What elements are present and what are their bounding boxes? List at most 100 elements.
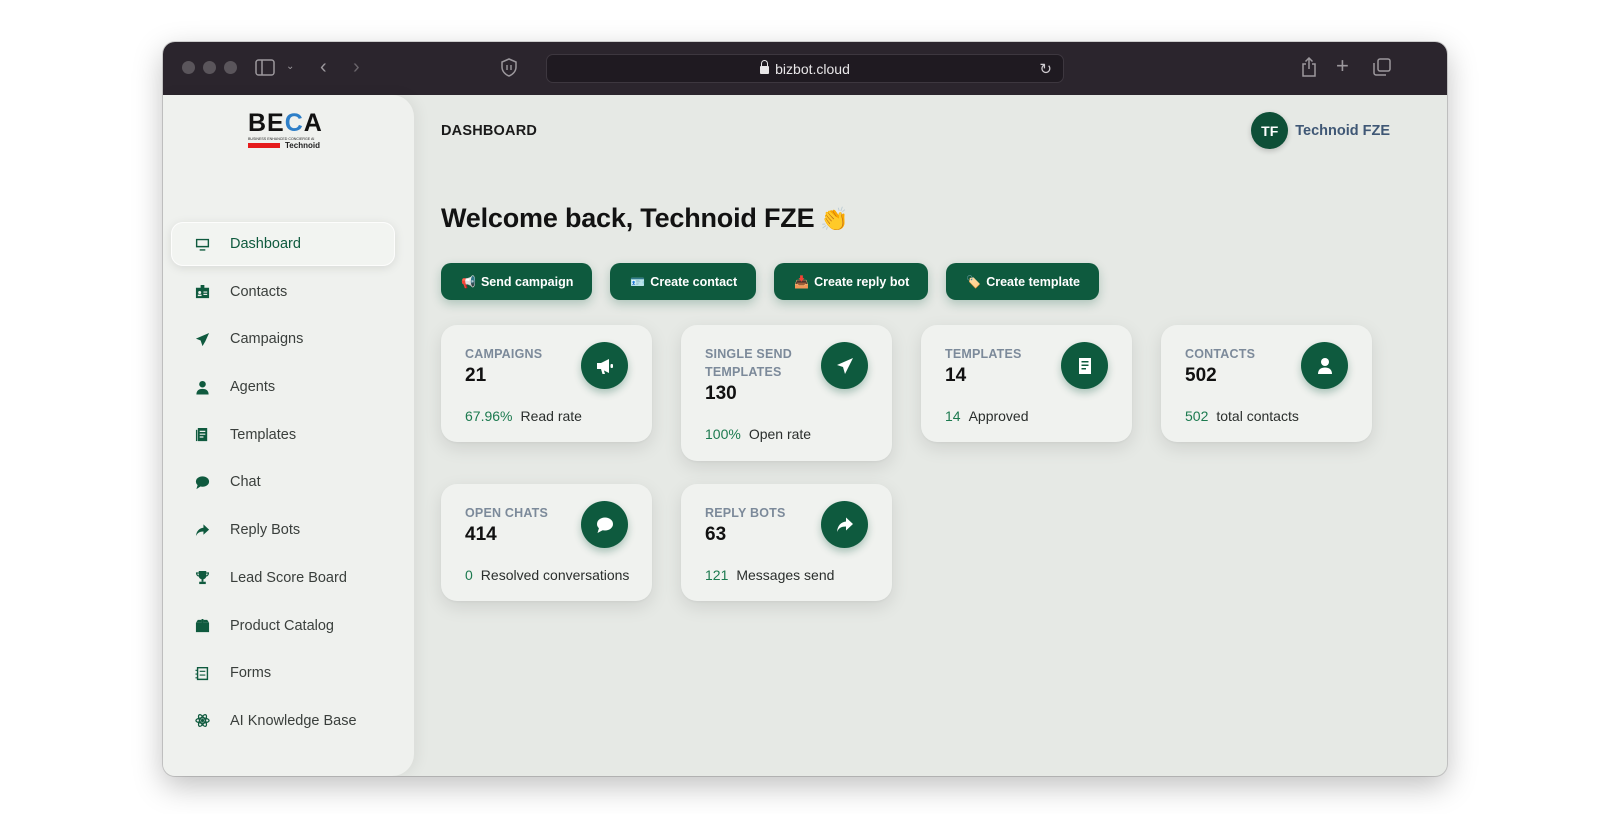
card-metric-label: Messages send: [736, 567, 835, 583]
card-title: SINGLE SEND TEMPLATES: [705, 347, 792, 379]
shield-icon[interactable]: [501, 58, 517, 81]
card-value: 21: [465, 365, 487, 386]
card-title: TEMPLATES: [945, 347, 1022, 361]
megaphone-icon: [581, 342, 628, 389]
card-metric-value: 67.96%: [465, 408, 513, 424]
logo-text: BECA: [248, 109, 323, 137]
logo-subtext: Technoid: [285, 141, 320, 150]
sidebar-item-label: Agents: [230, 379, 276, 396]
card-title: OPEN CHATS: [465, 506, 549, 520]
box-icon: [194, 618, 210, 634]
card-value: 14: [945, 365, 967, 386]
sidebar-item-templates[interactable]: Templates: [171, 413, 395, 457]
sidebar-item-forms[interactable]: Forms: [171, 651, 395, 695]
address-bar[interactable]: bizbot.cloud ↻: [546, 54, 1064, 83]
reload-icon[interactable]: ↻: [1039, 60, 1052, 78]
browser-toolbar: ⌄ ‹ › bizbot.cloud ↻ +: [163, 42, 1447, 95]
beca-logo[interactable]: BECA BUSINESS ENHANCED CONCIERGE AI Tech…: [248, 111, 328, 151]
card-metric-label: total contacts: [1216, 408, 1299, 424]
new-tab-icon[interactable]: +: [1336, 55, 1349, 77]
back-arrow-icon[interactable]: ‹: [320, 57, 327, 77]
user-icon: [1301, 342, 1348, 389]
share-icon[interactable]: [1301, 56, 1317, 81]
card-value: 63: [705, 524, 727, 545]
chat-bubble-icon: [194, 474, 210, 490]
document-icon: [1061, 342, 1108, 389]
inbox-tray-icon: 📥: [794, 274, 810, 289]
sidebar-item-label: Chat: [230, 474, 261, 491]
chevron-down-icon[interactable]: ⌄: [286, 62, 294, 72]
main-content: DASHBOARD TF Technoid FZE Welcome back, …: [414, 95, 1447, 776]
chat-bubble-icon: [581, 501, 628, 548]
user-profile[interactable]: TF Technoid FZE: [1251, 112, 1390, 149]
card-metric-value: 0: [465, 567, 473, 583]
id-card-icon: 🪪: [630, 274, 646, 289]
window-controls[interactable]: [182, 61, 237, 74]
megaphone-icon: 📢: [461, 274, 476, 289]
quick-actions: 📢 Send campaign 🪪 Create contact 📥 Creat…: [441, 263, 1117, 300]
logo-red-bar: [248, 143, 280, 148]
create-template-button[interactable]: 🏷️ Create template: [946, 263, 1100, 300]
sidebar-item-label: Reply Bots: [230, 522, 301, 539]
create-contact-button[interactable]: 🪪 Create contact: [610, 263, 757, 300]
user-icon: [194, 379, 210, 395]
card-metric-value: 100%: [705, 426, 741, 442]
card-metric: 67.96% Read rate: [465, 408, 582, 424]
stat-card-campaigns[interactable]: CAMPAIGNS 21 67.96% Read rate: [441, 325, 652, 442]
contact-card-icon: [194, 284, 210, 300]
sidebar-item-agents[interactable]: Agents: [171, 365, 395, 409]
stat-card-open-chats[interactable]: OPEN CHATS 414 0 Resolved conversations: [441, 484, 652, 601]
sidebar-nav: Dashboard Contacts Campaigns Agents Temp…: [171, 222, 395, 747]
user-name[interactable]: Technoid FZE: [1295, 123, 1390, 139]
card-metric: 14 Approved: [945, 408, 1029, 424]
clapping-hands-icon: 👏: [820, 206, 849, 232]
paper-plane-icon: [821, 342, 868, 389]
sidebar-toggle-icon[interactable]: [255, 59, 275, 80]
welcome-heading: Welcome back, Technoid FZE 👏: [441, 203, 849, 234]
card-metric-label: Resolved conversations: [480, 567, 630, 583]
button-label: Create template: [986, 274, 1081, 289]
welcome-text: Welcome back, Technoid FZE: [441, 203, 815, 233]
card-value: 130: [705, 383, 737, 404]
card-metric-label: Open rate: [748, 426, 812, 442]
page-title: DASHBOARD: [441, 123, 538, 139]
close-window-button[interactable]: [182, 61, 195, 74]
sidebar-item-ai-knowledge-base[interactable]: AI Knowledge Base: [171, 699, 395, 743]
card-metric: 0 Resolved conversations: [465, 567, 629, 583]
button-label: Send campaign: [480, 274, 574, 289]
paper-plane-icon: [194, 331, 210, 347]
sidebar-item-dashboard[interactable]: Dashboard: [171, 222, 395, 266]
stat-card-single-send-templates[interactable]: SINGLE SEND TEMPLATES 130 100% Open rate: [681, 325, 892, 461]
sidebar-item-lead-score-board[interactable]: Lead Score Board: [171, 556, 395, 600]
stat-card-reply-bots[interactable]: REPLY BOTS 63 121 Messages send: [681, 484, 892, 601]
stat-card-contacts[interactable]: CONTACTS 502 502 total contacts: [1161, 325, 1372, 442]
card-value: 502: [1185, 365, 1217, 386]
stat-card-templates[interactable]: TEMPLATES 14 14 Approved: [921, 325, 1132, 442]
atom-icon: [194, 713, 210, 729]
tabs-overview-icon[interactable]: [1373, 58, 1391, 80]
sidebar-item-product-catalog[interactable]: Product Catalog: [171, 604, 395, 648]
card-metric-label: Approved: [968, 408, 1029, 424]
card-metric: 100% Open rate: [705, 426, 811, 442]
forward-arrow-icon[interactable]: ›: [353, 57, 360, 77]
button-label: Create contact: [650, 274, 738, 289]
minimize-window-button[interactable]: [203, 61, 216, 74]
send-campaign-button[interactable]: 📢 Send campaign: [441, 263, 593, 300]
sidebar-item-reply-bots[interactable]: Reply Bots: [171, 508, 395, 552]
trophy-icon: [194, 570, 210, 586]
sidebar-item-label: Lead Score Board: [230, 569, 347, 586]
lock-icon: [760, 59, 770, 74]
sidebar-item-label: Templates: [230, 426, 297, 443]
create-reply-bot-button[interactable]: 📥 Create reply bot: [774, 263, 929, 300]
sidebar-item-campaigns[interactable]: Campaigns: [171, 317, 395, 361]
share-arrow-icon: [821, 501, 868, 548]
avatar[interactable]: TF: [1251, 112, 1289, 149]
card-title: CONTACTS: [1185, 347, 1256, 361]
card-title: REPLY BOTS: [705, 506, 786, 520]
maximize-window-button[interactable]: [224, 61, 237, 74]
share-arrow-icon: [194, 522, 210, 538]
monitor-icon: [194, 236, 210, 252]
sidebar-item-contacts[interactable]: Contacts: [171, 270, 395, 314]
sidebar-item-chat[interactable]: Chat: [171, 460, 395, 504]
sidebar: BECA BUSINESS ENHANCED CONCIERGE AI Tech…: [163, 95, 414, 776]
